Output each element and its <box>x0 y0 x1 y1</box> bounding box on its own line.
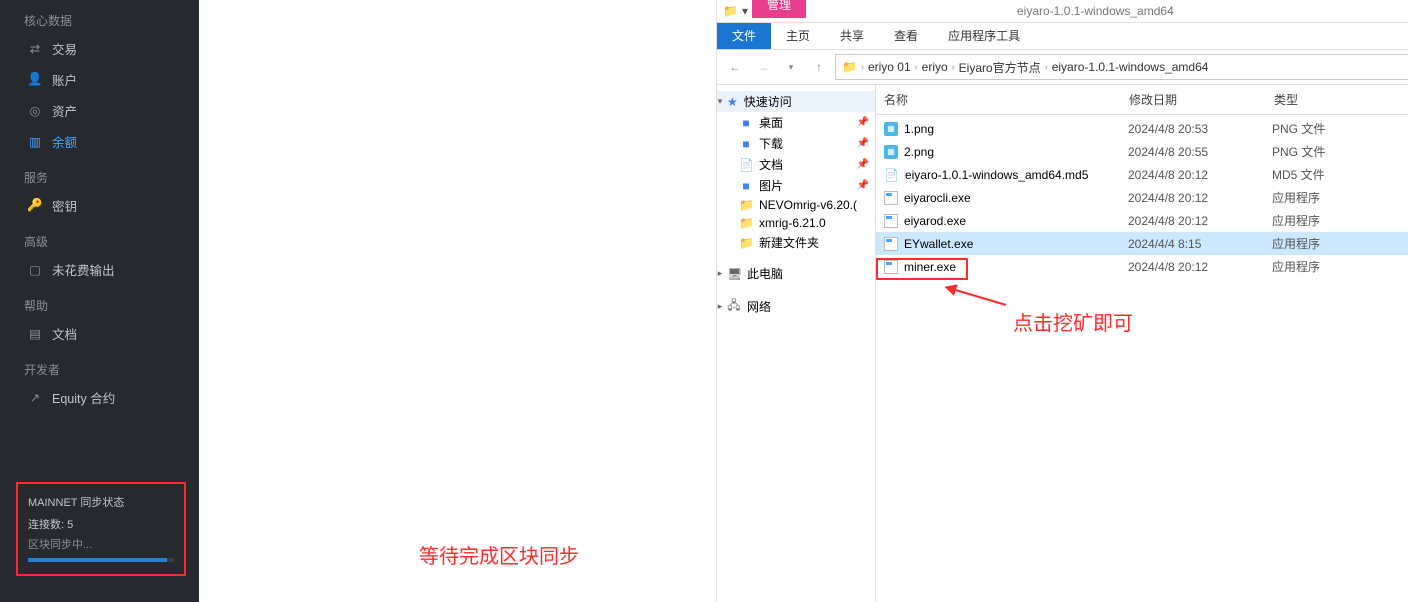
file-row[interactable]: EYwallet.exe2024/4/4 8:15应用程序2,539 KB <box>876 232 1408 255</box>
tab-apptools[interactable]: 应用程序工具 <box>933 22 1035 49</box>
status-connections: 连接数: 5 <box>28 516 174 532</box>
folder-icon: 📁 <box>842 60 857 74</box>
breadcrumb[interactable]: 📁› eriyo 01› eriyo› Eiyaro官方节点› eiyaro-1… <box>835 54 1408 80</box>
file-row[interactable]: ▦2.png2024/4/8 20:55PNG 文件10 KB <box>876 140 1408 163</box>
file-list: 点击挖矿即可 ▦1.png2024/4/8 20:53PNG 文件25 KB▦2… <box>876 115 1408 602</box>
nav-assets[interactable]: ◎资产 <box>0 95 199 126</box>
nav-keys[interactable]: 🔑密钥 <box>0 190 199 221</box>
pc-icon: 🖥 <box>727 267 741 281</box>
section-help: 帮助 <box>0 285 199 318</box>
contract-icon: ↗ <box>28 390 42 405</box>
nav-equity[interactable]: ↗Equity 合约 <box>0 382 199 413</box>
annotation-arrow <box>948 287 1008 307</box>
navpane-item[interactable]: 📁NEVOmrig-v6.20.( <box>717 196 875 214</box>
navpane-item[interactable]: ■桌面📌 <box>717 112 875 133</box>
ribbon-tabs: 文件 主页 共享 查看 应用程序工具 <box>717 23 1408 50</box>
wallet-sidebar: 核心数据 ⇄交易 👤账户 ◎资产 ▥余额 服务 🔑密钥 高级 ▢未花费输出 帮助… <box>0 0 199 602</box>
chart-icon: ▥ <box>28 134 42 149</box>
back-button[interactable]: ← <box>723 55 747 79</box>
file-row[interactable]: ▦1.png2024/4/8 20:53PNG 文件25 KB <box>876 117 1408 140</box>
section-advanced: 高级 <box>0 221 199 254</box>
tab-file[interactable]: 文件 <box>717 22 771 49</box>
section-core: 核心数据 <box>0 0 199 33</box>
navpane-item[interactable]: 📄文档📌 <box>717 154 875 175</box>
nav-docs[interactable]: ▤文档 <box>0 318 199 349</box>
status-title: MAINNET 同步状态 <box>28 494 174 510</box>
quick-access[interactable]: ▾★快速访问 <box>717 91 875 112</box>
folder-icon: 📁 <box>723 4 738 18</box>
up-button[interactable]: ↑ <box>807 55 831 79</box>
address-bar-row: ← → ▾ ↑ 📁› eriyo 01› eriyo› Eiyaro官方节点› … <box>717 50 1408 85</box>
network-icon: 🖧 <box>727 296 741 317</box>
annotation-click-mining: 点击挖矿即可 <box>1013 307 1133 336</box>
tab-view[interactable]: 查看 <box>879 22 933 49</box>
asset-icon: ◎ <box>28 103 42 118</box>
sync-progress <box>28 558 174 562</box>
navigation-pane: ▾★快速访问 ■桌面📌■下载📌📄文档📌■图片📌📁NEVOmrig-v6.20.(… <box>717 85 876 602</box>
file-row[interactable]: miner.exe2024/4/8 20:12应用程序10,645 KB <box>876 255 1408 278</box>
content-pane: 等待完成区块同步 📁 ▾ 管理 eiyaro-1.0.1-windows_amd… <box>199 0 1408 602</box>
file-explorer-window: 📁 ▾ 管理 eiyaro-1.0.1-windows_amd64 文件 主页 … <box>716 0 1408 602</box>
col-date[interactable]: 修改日期 <box>1121 85 1266 114</box>
file-list-pane: 名称 修改日期 类型 大小 点击挖矿即可 ▦1.png2024/4/8 20:5… <box>876 85 1408 602</box>
this-pc[interactable]: ▸🖥此电脑 <box>717 263 875 284</box>
key-icon: 🔑 <box>28 198 42 213</box>
section-services: 服务 <box>0 157 199 190</box>
window-title: eiyaro-1.0.1-windows_amd64 <box>1017 4 1174 18</box>
doc-icon: ▤ <box>28 326 42 341</box>
nav-accounts[interactable]: 👤账户 <box>0 64 199 95</box>
network[interactable]: ▸🖧网络 <box>717 294 875 319</box>
status-syncing: 区块同步中... <box>28 536 174 552</box>
tab-home[interactable]: 主页 <box>771 22 825 49</box>
file-row[interactable]: eiyarocli.exe2024/4/8 20:12应用程序16,869 KB <box>876 186 1408 209</box>
col-size[interactable]: 大小 <box>1383 85 1408 114</box>
file-row[interactable]: eiyarod.exe2024/4/8 20:12应用程序29,186 KB <box>876 209 1408 232</box>
user-icon: 👤 <box>28 72 42 87</box>
forward-button[interactable]: → <box>751 55 775 79</box>
col-name[interactable]: 名称 <box>876 85 1121 114</box>
tab-share[interactable]: 共享 <box>825 22 879 49</box>
navpane-item[interactable]: 📁新建文件夹 <box>717 232 875 253</box>
box-icon: ▢ <box>28 262 42 277</box>
nav-utxo[interactable]: ▢未花费输出 <box>0 254 199 285</box>
section-dev: 开发者 <box>0 349 199 382</box>
file-row[interactable]: 📄eiyaro-1.0.1-windows_amd64.md52024/4/8 … <box>876 163 1408 186</box>
navpane-item[interactable]: 📁xmrig-6.21.0 <box>717 214 875 232</box>
nav-transactions[interactable]: ⇄交易 <box>0 33 199 64</box>
col-type[interactable]: 类型 <box>1266 85 1383 114</box>
tab-manage[interactable]: 管理 <box>752 0 806 18</box>
sync-status-box: MAINNET 同步状态 连接数: 5 区块同步中... <box>16 482 186 576</box>
swap-icon: ⇄ <box>28 41 42 56</box>
navpane-item[interactable]: ■下载📌 <box>717 133 875 154</box>
recent-dropdown[interactable]: ▾ <box>779 55 803 79</box>
titlebar-row: 📁 ▾ 管理 eiyaro-1.0.1-windows_amd64 <box>717 0 1408 23</box>
column-headers: 名称 修改日期 类型 大小 <box>876 85 1408 115</box>
annotation-wait-sync: 等待完成区块同步 <box>419 540 579 569</box>
nav-balance[interactable]: ▥余额 <box>0 126 199 157</box>
navpane-item[interactable]: ■图片📌 <box>717 175 875 196</box>
